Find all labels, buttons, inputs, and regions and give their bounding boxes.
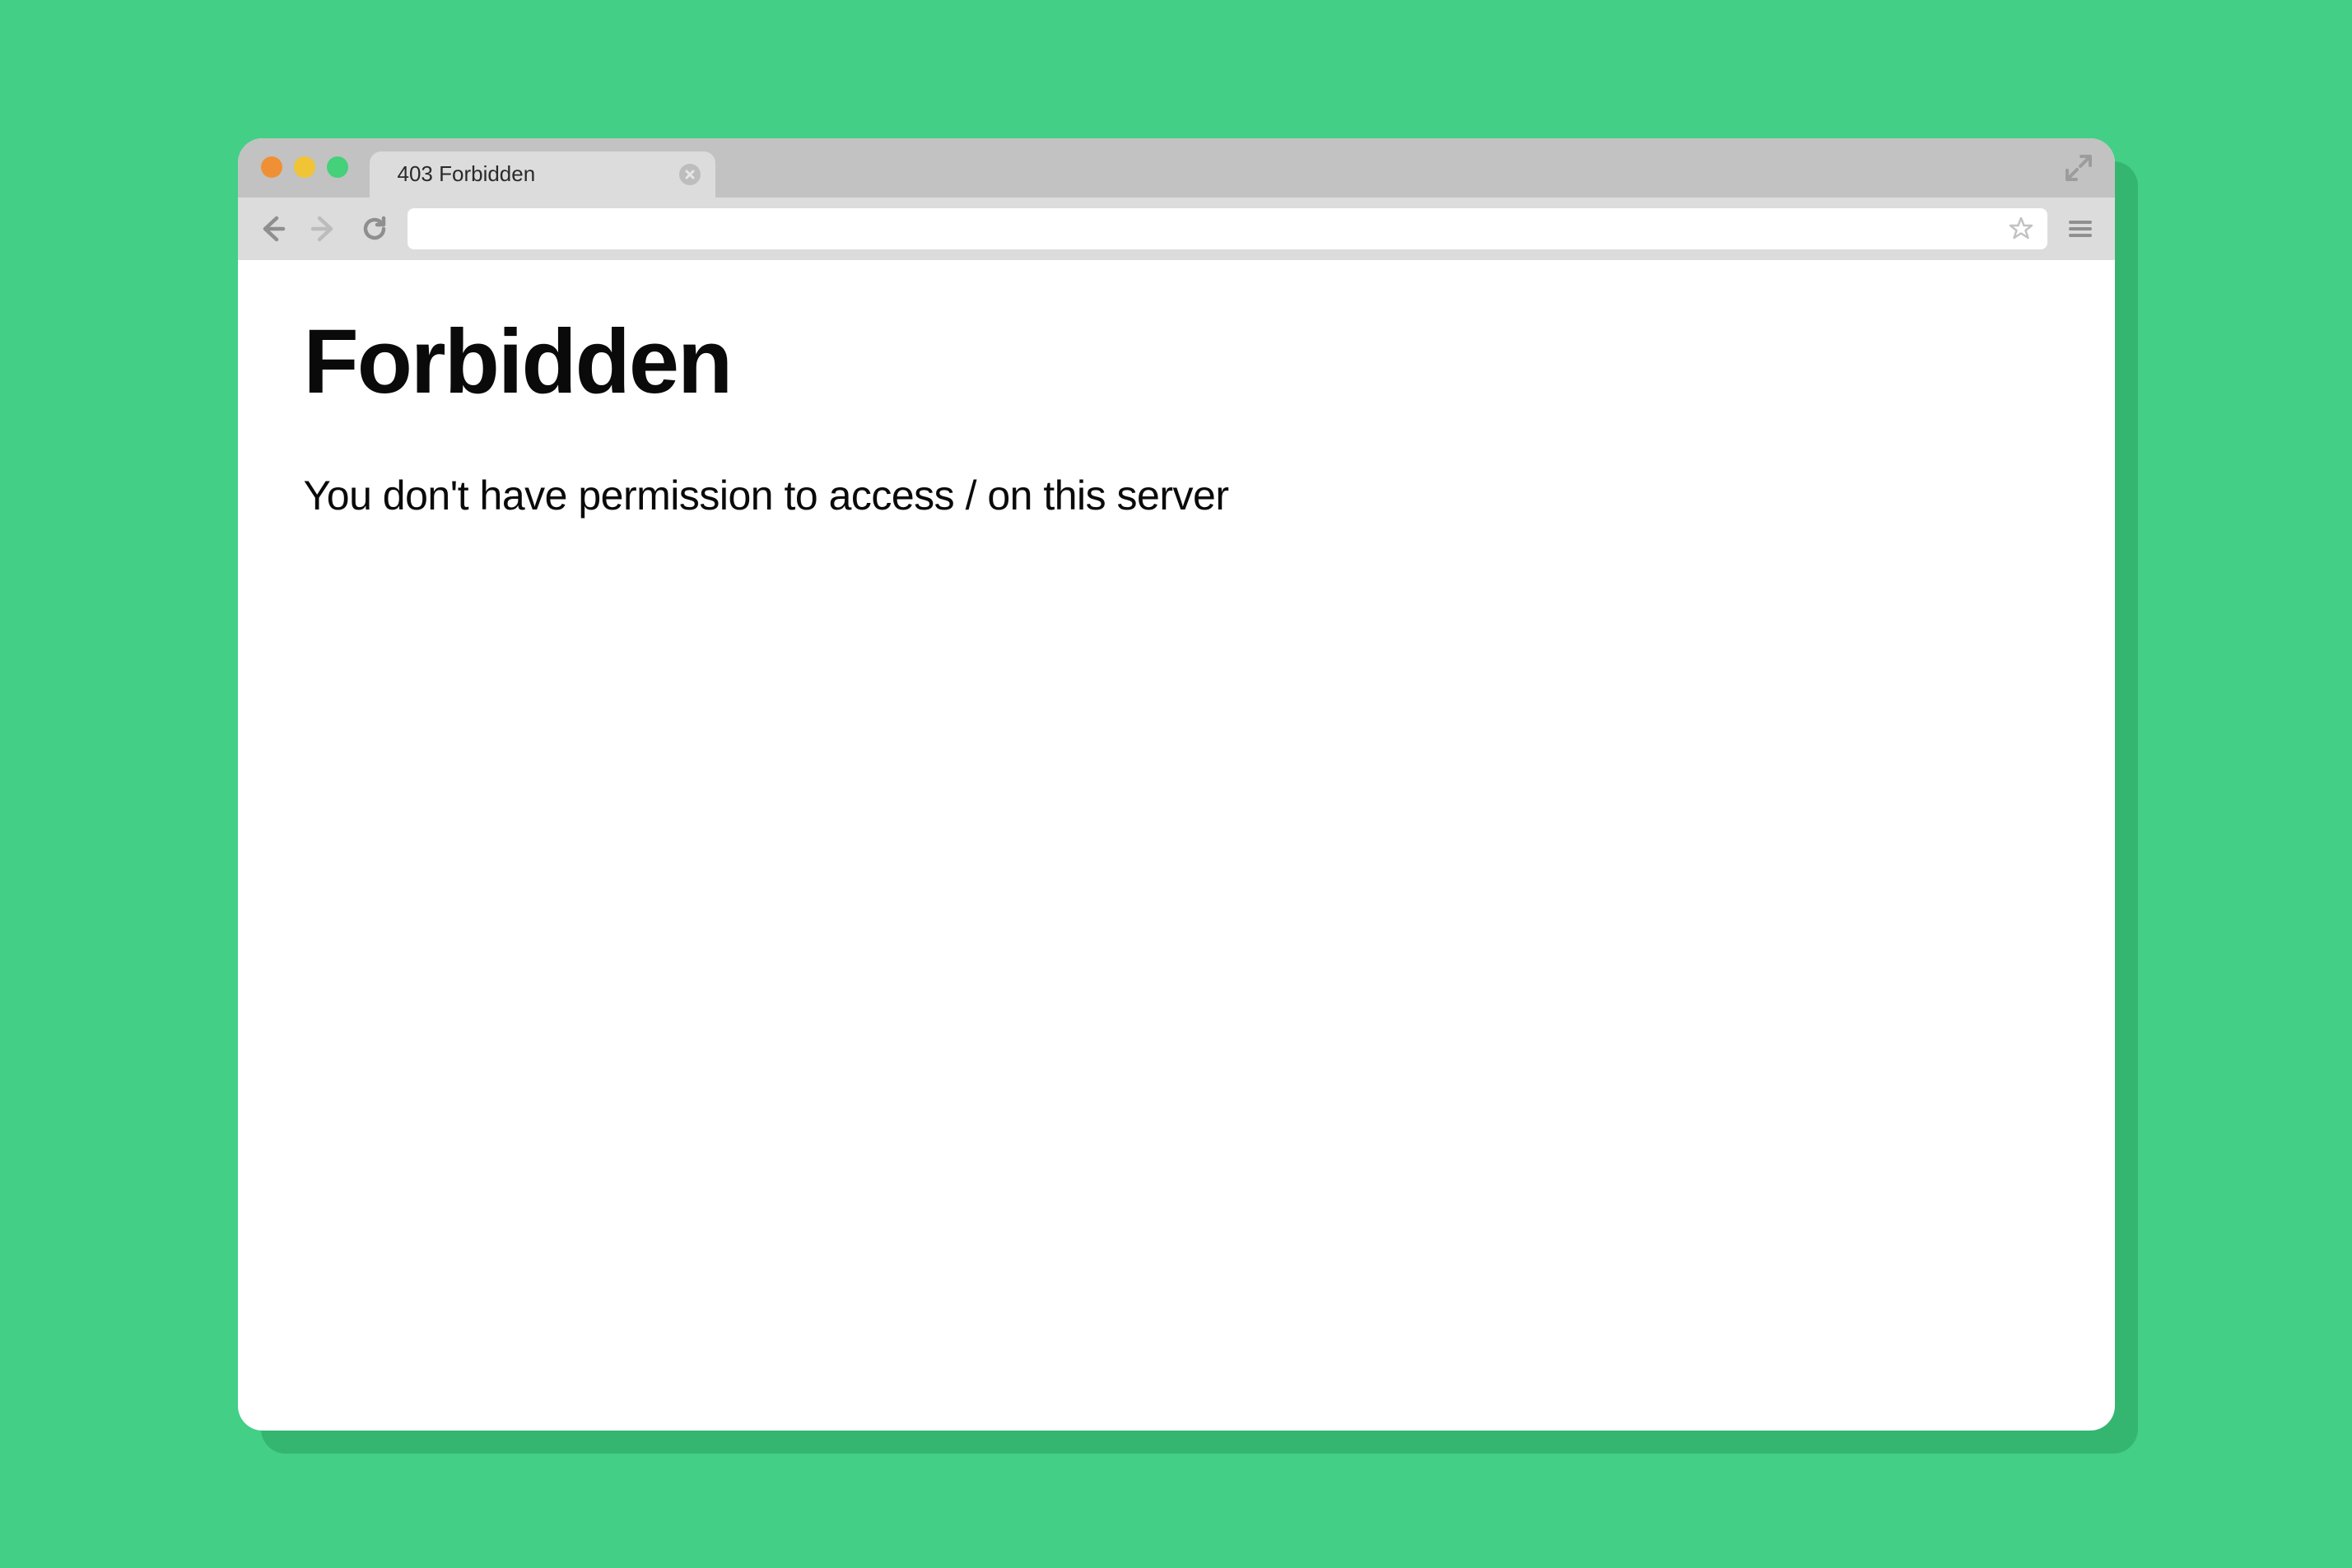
tab-close-button[interactable] [679,164,701,185]
address-bar[interactable] [408,208,2047,249]
window-minimize-button[interactable] [294,156,315,178]
tab-close-button[interactable] [1015,164,1036,185]
browser-window: 403 Forbidden [238,138,2115,1431]
page-content: Forbidden You don't have permission to a… [238,260,2115,569]
close-icon [684,169,696,180]
menu-button[interactable] [2062,211,2098,247]
reload-button[interactable] [356,211,393,247]
error-message: You don't have permission to access / on… [304,472,2049,519]
forward-icon [310,215,338,243]
tab-active[interactable]: 403 Forbidden [370,151,715,198]
tab-title: 403 Forbidden [398,161,536,187]
bookmark-button[interactable] [2006,214,2036,244]
address-input[interactable] [419,216,2006,241]
error-heading: Forbidden [304,309,2049,414]
tab-strip: 403 Forbidden [370,138,1140,198]
close-icon [1020,169,1032,180]
titlebar: 403 Forbidden [238,138,2115,198]
expand-icon [2064,153,2094,183]
tab-inactive[interactable] [706,151,1051,198]
forward-button[interactable] [305,211,342,247]
window-close-button[interactable] [261,156,282,178]
toolbar [238,198,2115,260]
window-maximize-button[interactable] [327,156,348,178]
back-icon [258,215,286,243]
star-icon [2009,216,2033,241]
new-tab-stub[interactable] [1041,151,1140,198]
reload-icon [361,215,389,243]
fullscreen-button[interactable] [2064,153,2094,187]
back-button[interactable] [254,211,291,247]
menu-icon [2067,216,2094,242]
window-controls [261,156,348,178]
